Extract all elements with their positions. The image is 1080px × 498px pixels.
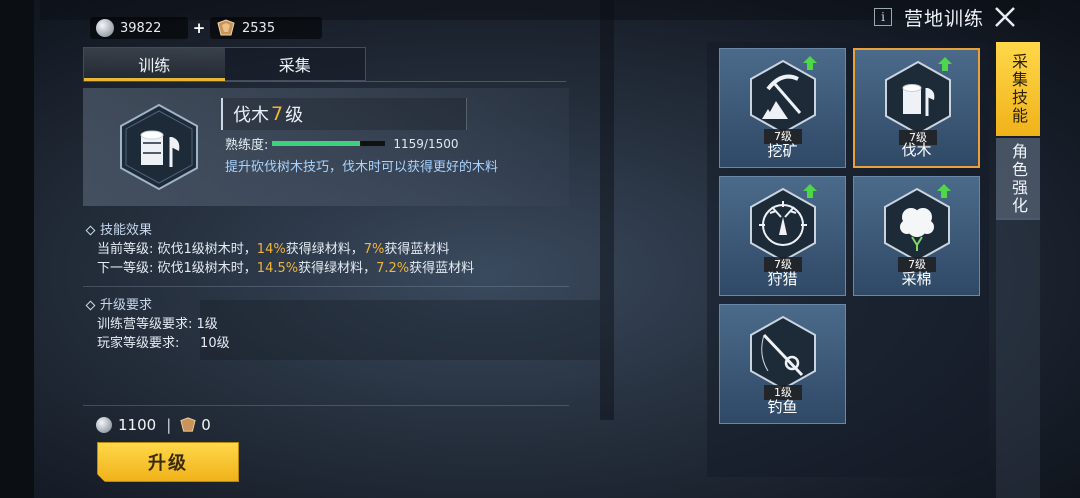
effect-next-suffix: 获得蓝材料 — [409, 261, 475, 276]
proficiency-value: 1159/1500 — [393, 136, 459, 151]
requirements-heading: 升级要求 — [100, 298, 153, 313]
requirement-camp: 训练营等级要求: 1级 — [97, 317, 218, 332]
tab-bar: 训练 采集 — [83, 47, 366, 81]
diamond-bullet-icon — [85, 225, 96, 236]
info-button[interactable]: i — [874, 8, 892, 26]
skill-card-logging[interactable]: 7级 伐木 — [853, 48, 980, 168]
proficiency-row: 熟练度: 1159/1500 — [225, 134, 459, 154]
effect-current-blue: 7% — [363, 242, 385, 257]
upgrade-button[interactable]: 升级 — [97, 442, 239, 482]
add-currency-button[interactable]: + — [188, 19, 210, 37]
skill-card-name: 狩猎 — [767, 270, 798, 288]
side-tabs: 采集技能 角色强化 — [996, 42, 1040, 220]
title-bar: i 营地训练 — [870, 0, 1080, 34]
gem-counter: 2535 — [210, 17, 322, 39]
proficiency-label: 熟练度: — [225, 138, 269, 153]
currency-bar: 39822 + 2535 — [90, 16, 322, 40]
skill-card-name: 采棉 — [901, 270, 932, 288]
left-edge — [0, 0, 34, 498]
log-axe-icon — [120, 103, 198, 191]
effect-current-suffix: 获得蓝材料 — [384, 242, 450, 257]
effect-current-green: 14% — [256, 242, 286, 257]
section-divider — [83, 286, 569, 287]
cost-separator: | — [166, 416, 172, 434]
skill-card-fishing[interactable]: 1级 钓鱼 — [719, 304, 846, 424]
proficiency-bar — [272, 141, 386, 146]
effect-next-mid: 获得绿材料， — [298, 261, 377, 276]
tab-training[interactable]: 训练 — [84, 48, 225, 81]
gem-icon — [180, 417, 196, 432]
cost-gems: 0 — [201, 416, 211, 434]
fishing-rod-icon — [750, 315, 816, 391]
cost-silver: 1100 — [118, 416, 157, 434]
silver-coin-icon — [96, 19, 114, 37]
proficiency-bar-fill — [272, 141, 360, 146]
silver-counter: 39822 — [90, 17, 188, 39]
upgrade-arrow-icon — [938, 57, 952, 71]
requirements-section: 升级要求 训练营等级要求: 1级 玩家等级要求: 10级 — [85, 296, 230, 353]
side-tab-rail — [996, 218, 1040, 498]
skill-detail-panel: 伐木 7 级 熟练度: 1159/1500 提升砍伐树木技巧，伐木时可以获得更好… — [83, 88, 569, 206]
effect-next-green: 14.5% — [256, 261, 299, 276]
silver-coin-icon — [96, 417, 112, 433]
skill-card-name: 钓鱼 — [767, 398, 798, 416]
skill-title: 伐木 7 级 — [221, 98, 467, 130]
effect-current: 当前等级: 砍伐1级树木时，14%获得绿材料，7%获得蓝材料 — [85, 240, 474, 259]
upgrade-cost: 1100 | 0 — [96, 416, 211, 434]
effect-next: 下一等级: 砍伐1级树木时，14.5%获得绿材料，7.2%获得蓝材料 — [85, 259, 474, 278]
upgrade-arrow-icon — [937, 184, 951, 198]
silver-amount: 39822 — [120, 20, 162, 36]
side-tab-character-enhance[interactable]: 角色强化 — [996, 138, 1040, 220]
gem-icon — [217, 19, 235, 36]
skill-card-hunting[interactable]: 7级 狩猎 — [719, 176, 846, 296]
requirement-player: 玩家等级要求: 10级 — [97, 336, 230, 351]
skill-level: 7 — [271, 103, 284, 125]
skill-description: 提升砍伐树木技巧，伐木时可以获得更好的木料 — [225, 160, 499, 175]
effect-next-blue: 7.2% — [376, 261, 410, 276]
effect-next-prefix: 下一等级: 砍伐1级树木时， — [97, 261, 257, 276]
diamond-bullet-icon — [85, 300, 96, 311]
effect-current-mid: 获得绿材料， — [285, 242, 364, 257]
skill-level-suffix: 级 — [285, 105, 304, 126]
tab-divider — [83, 81, 566, 82]
gem-amount: 2535 — [242, 20, 276, 36]
skill-card-mining[interactable]: 7级 挖矿 — [719, 48, 846, 168]
upgrade-arrow-icon — [803, 56, 817, 70]
skill-card-name: 伐木 — [901, 141, 932, 159]
skill-card-name: 挖矿 — [767, 142, 798, 160]
cost-divider — [83, 405, 569, 406]
side-tab-gathering-skills[interactable]: 采集技能 — [996, 42, 1040, 136]
upgrade-arrow-icon — [803, 184, 817, 198]
effect-current-prefix: 当前等级: 砍伐1级树木时， — [97, 242, 257, 257]
close-icon[interactable] — [992, 4, 1018, 30]
effects-section: 技能效果 当前等级: 砍伐1级树木时，14%获得绿材料，7%获得蓝材料 下一等级… — [85, 221, 474, 278]
skill-card-cotton[interactable]: 7级 采棉 — [853, 176, 980, 296]
tab-gathering[interactable]: 采集 — [225, 48, 366, 80]
effects-heading: 技能效果 — [100, 223, 153, 238]
skill-name: 伐木 — [233, 105, 269, 126]
page-title: 营地训练 — [904, 7, 985, 30]
